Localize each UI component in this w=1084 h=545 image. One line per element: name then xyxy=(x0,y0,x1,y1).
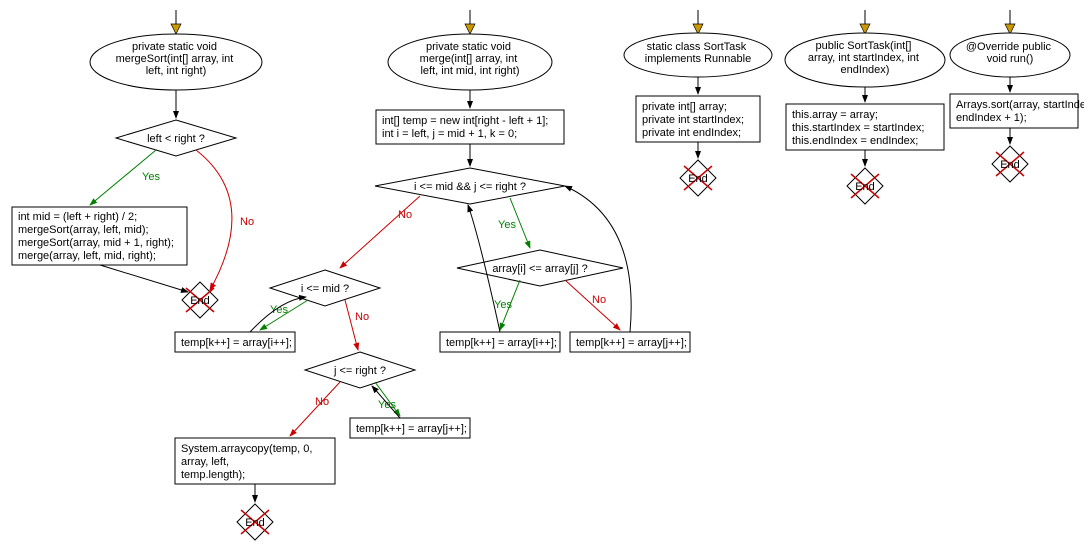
decision-compare-label: array[i] <= array[j] ? xyxy=(492,263,587,275)
end-label: End xyxy=(245,517,265,529)
end-label: End xyxy=(1000,159,1020,171)
decision-i-label: i <= mid ? xyxy=(301,283,349,295)
i-body-label: temp[k++] = array[i++]; xyxy=(181,337,292,349)
yes-label: Yes xyxy=(142,171,160,183)
entry-arrow-icon xyxy=(693,10,703,34)
j-body-label: temp[k++] = array[j++]; xyxy=(356,423,467,435)
end-label: End xyxy=(855,181,875,193)
no-label: No xyxy=(315,396,329,408)
flowchart-run: @Override public void run() Arrays.sort(… xyxy=(950,10,1084,182)
cmp-yes-label: temp[k++] = array[i++]; xyxy=(446,337,557,349)
yes-label: Yes xyxy=(494,299,512,311)
start-label: static class SortTask implements Runnabl… xyxy=(645,41,751,65)
entry-arrow-icon xyxy=(860,10,870,34)
no-edge xyxy=(290,382,340,436)
decision-label: left < right ? xyxy=(147,133,205,145)
no-edge xyxy=(196,150,232,290)
flowchart-mergesort: private static void mergeSort(int[] arra… xyxy=(12,10,262,318)
no-edge xyxy=(345,300,358,350)
decision-main-label: i <= mid && j <= right ? xyxy=(414,181,526,193)
cmp-no-label: temp[k++] = array[j++]; xyxy=(576,337,687,349)
entry-arrow-icon xyxy=(171,10,181,34)
decision-j-label: j <= right ? xyxy=(333,365,386,377)
yes-label: Yes xyxy=(270,304,288,316)
flowchart-sorttask-class: static class SortTask implements Runnabl… xyxy=(624,10,772,196)
entry-arrow-icon xyxy=(465,10,475,34)
edge xyxy=(100,265,188,292)
end-label: End xyxy=(688,173,708,185)
flowchart-sorttask-ctor: public SortTask(int[] array, int startIn… xyxy=(785,10,945,204)
end-label: End xyxy=(190,295,210,307)
no-label: No xyxy=(355,311,369,323)
flowchart-merge: private static void merge(int[] array, i… xyxy=(175,10,690,540)
no-label: No xyxy=(398,209,412,221)
yes-label: Yes xyxy=(378,399,396,411)
no-edge xyxy=(340,196,420,268)
entry-arrow-icon xyxy=(1005,10,1015,34)
yes-label: Yes xyxy=(498,219,516,231)
no-label: No xyxy=(592,294,606,306)
start-label: private static void merge(int[] array, i… xyxy=(420,41,521,77)
no-label: No xyxy=(240,216,254,228)
